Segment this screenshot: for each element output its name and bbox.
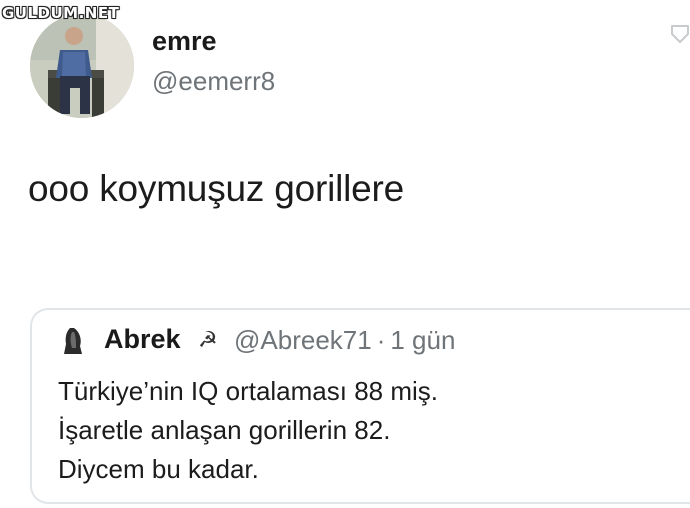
tweet-text: ooo koymuşuz gorillere: [28, 168, 405, 209]
quoted-author-avatar: [56, 324, 90, 358]
quoted-tweet-text: Türkiye’nin IQ ortalaması 88 miş. İşaret…: [58, 372, 438, 489]
watermark-logo: GULDUM.NET: [2, 4, 120, 22]
chevron-down-icon[interactable]: [668, 22, 690, 46]
author-handle[interactable]: @eemerr8: [152, 66, 275, 97]
avatar-photo-icon: [30, 14, 134, 118]
quoted-line: Türkiye’nin IQ ortalaması 88 miş.: [58, 376, 439, 406]
quoted-line: İşaretle anlaşan gorillerin 82.: [58, 415, 391, 445]
author-display-name[interactable]: emre: [152, 26, 217, 57]
quoted-tweet-card[interactable]: Abrek ☭ @Abreek71 · 1 gün Türkiye’nin IQ o…: [30, 308, 690, 504]
quoted-line: Diycem bu kadar.: [58, 454, 259, 484]
tweet: emre @eemerr8 ooo koymuşuz gorillere Abr…: [0, 0, 690, 508]
quoted-meta: @Abreek71 · 1 gün: [234, 325, 455, 356]
quoted-author-handle[interactable]: @Abreek71: [234, 325, 372, 355]
quoted-author-name[interactable]: Abrek: [104, 324, 181, 355]
hammer-sickle-icon: ☭: [198, 328, 218, 353]
meta-separator: ·: [376, 325, 386, 355]
avatar[interactable]: [30, 14, 134, 118]
quoted-timestamp[interactable]: 1 gün: [390, 325, 455, 355]
